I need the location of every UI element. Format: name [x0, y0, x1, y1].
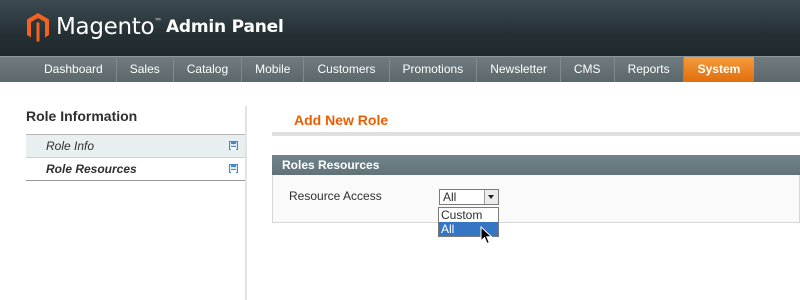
resource-access-label: Resource Access [289, 189, 382, 203]
fieldset-title: Roles Resources [272, 155, 800, 175]
role-sidebar: Role Information Role Info Role Resource… [26, 106, 246, 300]
tab-list: Role Info Role Resources [26, 134, 246, 181]
nav-promotions[interactable]: Promotions [390, 57, 478, 82]
save-icon [229, 141, 238, 150]
nav-newsletter[interactable]: Newsletter [477, 57, 561, 82]
nav-system[interactable]: System [683, 57, 755, 82]
nav-sales[interactable]: Sales [117, 57, 174, 82]
nav-catalog[interactable]: Catalog [174, 57, 243, 82]
main-nav: Dashboard Sales Catalog Mobile Customers… [0, 56, 800, 82]
page-title: Add New Role [294, 112, 389, 128]
admin-header: Magento™ Admin Panel [0, 0, 800, 56]
nav-customers[interactable]: Customers [304, 57, 390, 82]
mouse-cursor-icon [480, 226, 493, 245]
select-value: All [443, 190, 457, 204]
tab-role-resources[interactable]: Role Resources [26, 158, 246, 181]
content-header: Add New Role [272, 106, 800, 136]
save-icon [229, 164, 238, 173]
tab-role-info[interactable]: Role Info [26, 135, 246, 158]
brand-subtitle: Admin Panel [165, 17, 284, 37]
nav-reports[interactable]: Reports [615, 57, 684, 82]
resource-access-select[interactable]: All [439, 189, 499, 205]
magento-logo[interactable]: Magento™ Admin Panel [26, 10, 284, 44]
roles-resources-fieldset: Resource Access All [272, 175, 800, 223]
tab-role-resources-label: Role Resources [46, 162, 137, 176]
sidebar-divider [245, 106, 247, 300]
nav-cms[interactable]: CMS [561, 57, 615, 82]
sidebar-title: Role Information [26, 108, 138, 124]
nav-dashboard[interactable]: Dashboard [30, 57, 117, 82]
chevron-down-icon[interactable] [484, 190, 498, 204]
brand-name: Magento™ [56, 14, 162, 40]
tab-role-info-label: Role Info [46, 139, 95, 153]
option-custom[interactable]: Custom [439, 208, 498, 222]
nav-mobile[interactable]: Mobile [242, 57, 305, 82]
trademark: ™ [154, 17, 162, 26]
magento-logo-icon [27, 13, 49, 42]
